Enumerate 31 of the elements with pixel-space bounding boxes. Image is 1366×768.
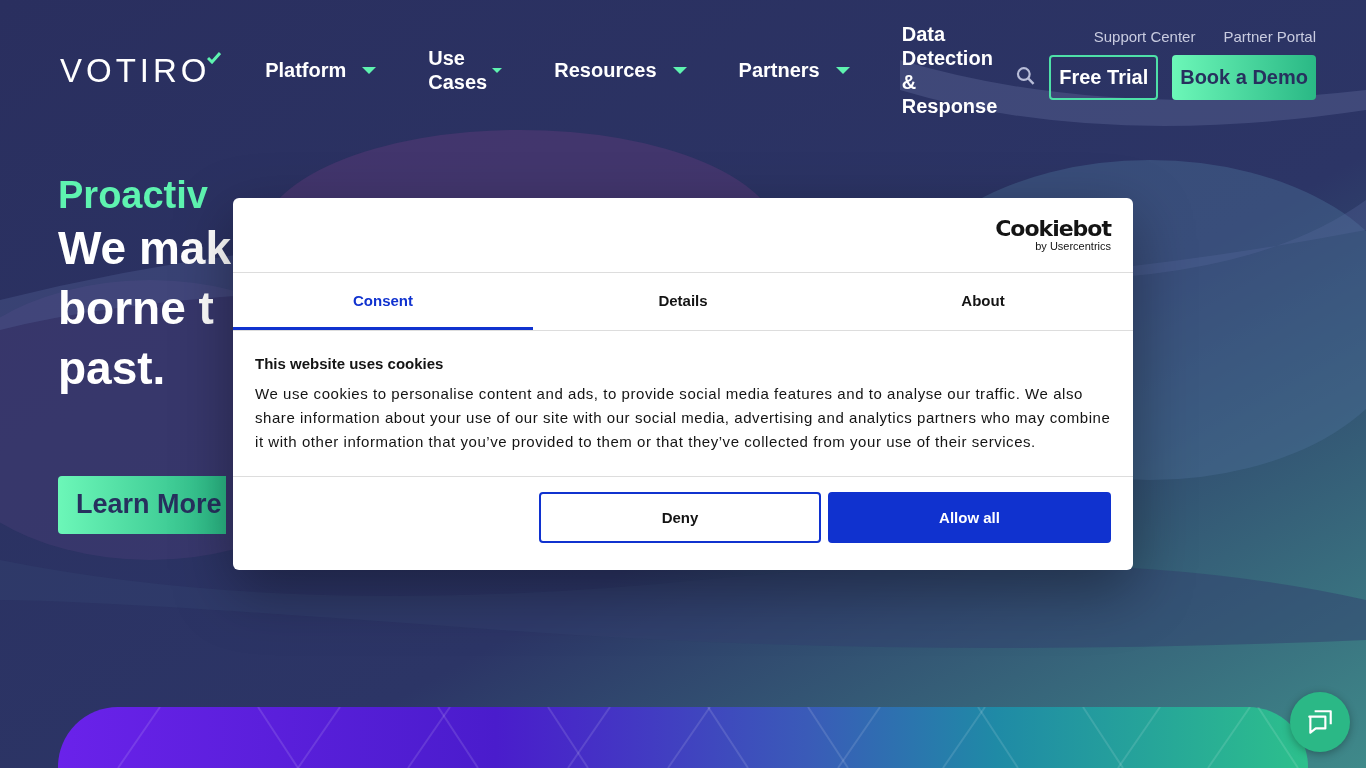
nav-menu-item[interactable]: Partners: [738, 58, 850, 82]
deny-button[interactable]: Deny: [539, 492, 821, 543]
hero-eyebrow: Proactiv: [58, 174, 208, 218]
logo-text[interactable]: VOTIRO: [60, 53, 211, 87]
allow-all-button[interactable]: Allow all: [828, 492, 1111, 543]
dialog-tab[interactable]: About: [833, 273, 1133, 330]
dialog-text: We use cookies to personalise content and ads, to provide social media features and to analyse our traffic. We also share information about your use of our site with our social media, advertising and analytics partners who may combine it with other information that you’ve provided to them or that they’ve collected from your use of their services.: [255, 384, 1111, 452]
caret-icon: [672, 66, 687, 74]
brand-tagline: by Usercentrics: [1035, 240, 1111, 252]
dialog-title: This website uses cookies: [255, 355, 445, 372]
checkmark-icon: [206, 51, 221, 64]
top-link[interactable]: Support Center: [1093, 28, 1196, 45]
book-demo-button[interactable]: Book a Demo: [1172, 55, 1316, 100]
nav-menu-item[interactable]: Data Detection & Response: [901, 22, 998, 118]
nav-menu-item[interactable]: Resources: [554, 58, 687, 82]
dialog-tab[interactable]: Consent: [233, 273, 533, 330]
chat-icon: [1305, 707, 1335, 737]
dialog-tab[interactable]: Details: [533, 273, 833, 330]
learn-more-button[interactable]: Learn More: [58, 475, 226, 534]
cookiebot-logo: Cookiebot: [995, 218, 1111, 240]
free-trial-button[interactable]: Free Trial: [1049, 55, 1159, 100]
caret-icon: [362, 66, 377, 74]
search-icon[interactable]: [1015, 66, 1036, 86]
nav-menu-item[interactable]: Use Cases: [428, 46, 503, 94]
hero-heading: borne t: [58, 280, 214, 336]
nav-menu-item[interactable]: Platform: [265, 58, 377, 82]
top-link[interactable]: Partner Portal: [1223, 28, 1316, 45]
hero-heading: past.: [58, 340, 166, 396]
caret-icon: [492, 67, 503, 73]
caret-icon: [835, 66, 850, 74]
hero-heading: We mak: [58, 220, 232, 276]
